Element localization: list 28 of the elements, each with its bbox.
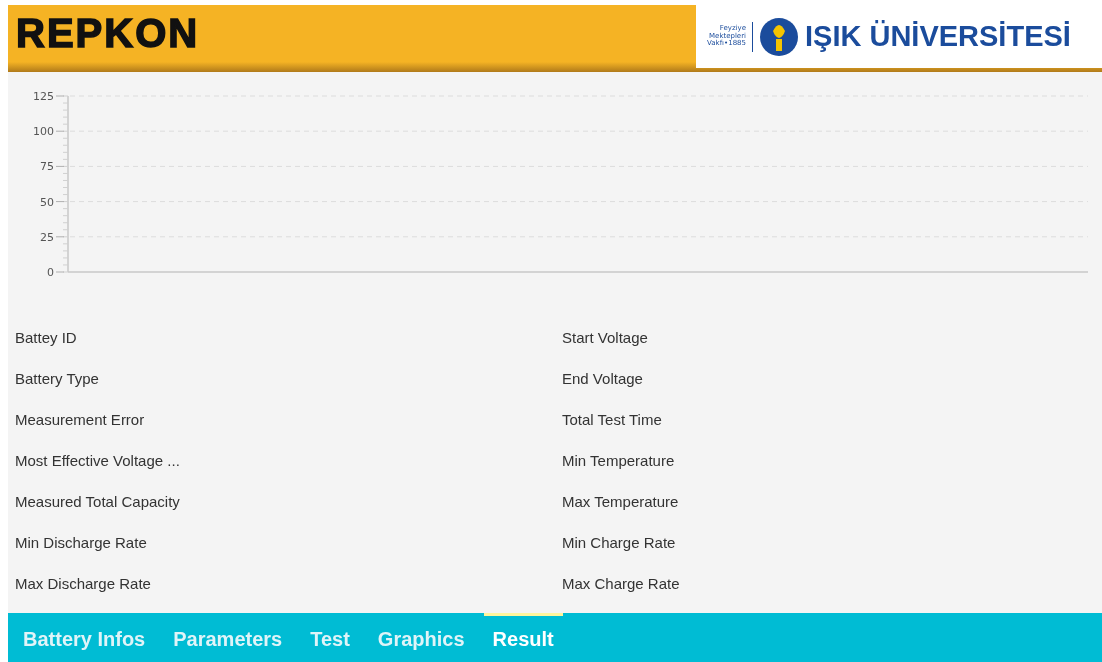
field-label: Min Temperature bbox=[562, 452, 676, 471]
field-label: Max Discharge Rate bbox=[15, 575, 152, 594]
tab[interactable]: Test bbox=[301, 613, 359, 662]
university-name: IŞIK ÜNİVERSİTESİ bbox=[805, 20, 1071, 53]
field-label: End Voltage bbox=[562, 370, 644, 389]
y-tick-label: 75 bbox=[40, 160, 54, 174]
y-tick-label: 50 bbox=[40, 195, 54, 209]
field-label: Measured Total Capacity bbox=[15, 493, 181, 512]
y-tick-label: 100 bbox=[33, 125, 54, 139]
y-tick-label: 0 bbox=[47, 266, 54, 279]
field-label: Max Temperature bbox=[562, 493, 680, 512]
field-label: Max Charge Rate bbox=[562, 575, 681, 594]
field-label: Min Charge Rate bbox=[562, 534, 677, 553]
field-label: Battey ID bbox=[15, 329, 78, 348]
field-label: Battery Type bbox=[15, 370, 100, 389]
tab[interactable]: Graphics bbox=[368, 613, 474, 662]
field-label: Measurement Error bbox=[15, 411, 146, 430]
field-label: Total Test Time bbox=[562, 411, 663, 430]
y-tick-label: 25 bbox=[40, 230, 54, 244]
tab[interactable]: Battery Infos bbox=[14, 613, 155, 662]
torch-icon bbox=[759, 16, 799, 57]
tab[interactable]: Result bbox=[483, 613, 563, 662]
field-label: Min Discharge Rate bbox=[15, 534, 148, 553]
field-label: Most Effective Voltage ... bbox=[15, 452, 181, 471]
y-tick-label: 125 bbox=[33, 90, 54, 103]
field-label: Start Voltage bbox=[562, 329, 649, 348]
tab[interactable]: Parameters bbox=[164, 613, 292, 662]
brand-logo-text: REPKON bbox=[16, 11, 200, 56]
